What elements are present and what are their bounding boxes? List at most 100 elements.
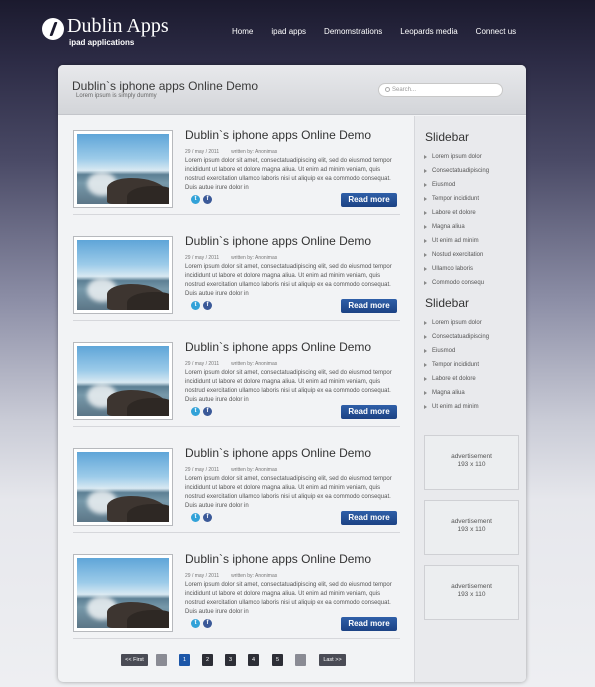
page-button-4[interactable]: 4 xyxy=(248,654,259,666)
sidebar-link-label: Magna aliua xyxy=(432,390,465,396)
search-icon xyxy=(385,86,390,92)
post-title[interactable]: Dublin`s iphone apps Online Demo xyxy=(185,446,371,460)
post-date: 29 / may / 2011 xyxy=(185,467,220,473)
bullet-arrow-icon xyxy=(424,405,427,409)
facebook-icon[interactable]: f xyxy=(203,619,212,628)
sidebar-link[interactable]: Consectatuadipiscing xyxy=(423,164,489,178)
sidebar-link[interactable]: Eiusmod xyxy=(423,178,489,192)
advertisement-box[interactable]: advertisement 193 x 110 xyxy=(424,565,519,620)
facebook-icon[interactable]: f xyxy=(203,513,212,522)
sidebar-link-label: Tempor incididunt xyxy=(432,362,480,368)
facebook-icon[interactable]: f xyxy=(203,407,212,416)
main-nav: Home ipad apps Demomstrations Leopards m… xyxy=(232,27,516,36)
post-thumbnail[interactable] xyxy=(73,448,173,526)
post-thumbnail[interactable] xyxy=(73,236,173,314)
sidebar-link[interactable]: Ullamco laboris xyxy=(423,262,489,276)
page-button-5[interactable]: 5 xyxy=(272,654,283,666)
post-date: 29 / may / 2011 xyxy=(185,573,220,579)
twitter-icon[interactable]: t xyxy=(191,619,200,628)
seascape-image xyxy=(77,240,169,310)
nav-home[interactable]: Home xyxy=(232,27,253,36)
advertisement-box[interactable]: advertisement 193 x 110 xyxy=(424,435,519,490)
first-page-button[interactable]: << First xyxy=(121,654,148,666)
bullet-arrow-icon xyxy=(424,335,427,339)
last-page-button[interactable]: Last >> xyxy=(319,654,346,666)
post-date: 29 / may / 2011 xyxy=(185,255,220,261)
sidebar-link-label: Commodo consequ xyxy=(432,280,485,286)
main-panel: Dublin`s iphone apps Online Demo Lorem i… xyxy=(58,65,526,682)
sidebar-link[interactable]: Tempor incididunt xyxy=(423,192,489,206)
sidebar-link[interactable]: Magna aliua xyxy=(423,386,489,400)
nav-demonstrations[interactable]: Demomstrations xyxy=(324,27,382,36)
post-author: written by: Anonimas xyxy=(231,573,278,579)
nav-connect-us[interactable]: Connect us xyxy=(476,27,516,36)
sidebar-title: Slidebar xyxy=(425,296,470,310)
read-more-button[interactable]: Read more xyxy=(341,299,397,313)
post-thumbnail[interactable] xyxy=(73,342,173,420)
advertisement-box[interactable]: advertisement 193 x 110 xyxy=(424,500,519,555)
panel-header: Dublin`s iphone apps Online Demo Lorem i… xyxy=(58,65,526,115)
sidebar-link[interactable]: Commodo consequ xyxy=(423,276,489,290)
read-more-button[interactable]: Read more xyxy=(341,193,397,207)
sidebar-link-label: Ut enim ad minim xyxy=(432,404,479,410)
read-more-button[interactable]: Read more xyxy=(341,617,397,631)
page-button-1[interactable]: 1 xyxy=(179,654,190,666)
read-more-button[interactable]: Read more xyxy=(341,511,397,525)
twitter-icon[interactable]: t xyxy=(191,513,200,522)
post-title[interactable]: Dublin`s iphone apps Online Demo xyxy=(185,552,371,566)
read-more-button[interactable]: Read more xyxy=(341,405,397,419)
sidebar-link[interactable]: Lorem ipsum dolor xyxy=(423,316,489,330)
sidebar-link[interactable]: Labore et dolore xyxy=(423,206,489,220)
sidebar-link[interactable]: Labore et dolore xyxy=(423,372,489,386)
bullet-arrow-icon xyxy=(424,349,427,353)
sidebar-link[interactable]: Magna aliua xyxy=(423,220,489,234)
sidebar-link-label: Nostud exercitation xyxy=(432,252,484,258)
bullet-arrow-icon xyxy=(424,281,427,285)
sidebar-link[interactable]: Ut enim ad minim xyxy=(423,234,489,248)
bullet-arrow-icon xyxy=(424,225,427,229)
sidebar-link[interactable]: Tempor incididunt xyxy=(423,358,489,372)
sidebar-link[interactable]: Eiusmod xyxy=(423,344,489,358)
site-logo[interactable]: Dublin Apps ipad applications xyxy=(42,14,169,47)
sidebar-title: Slidebar xyxy=(425,130,470,144)
sidebar-link-label: Eiusmod xyxy=(432,182,456,188)
social-links: tf xyxy=(191,195,212,204)
post-author: written by: Anonimas xyxy=(231,361,278,367)
page-button-3[interactable]: 3 xyxy=(225,654,236,666)
page-button-blank[interactable] xyxy=(156,654,167,666)
post-thumbnail[interactable] xyxy=(73,130,173,208)
post-item: Dublin`s iphone apps Online Demo 29 / may… xyxy=(73,328,400,427)
bullet-arrow-icon xyxy=(424,377,427,381)
twitter-icon[interactable]: t xyxy=(191,195,200,204)
facebook-icon[interactable]: f xyxy=(203,301,212,310)
post-author: written by: Anonimas xyxy=(231,255,278,261)
post-author: written by: Anonimas xyxy=(231,467,278,473)
post-title[interactable]: Dublin`s iphone apps Online Demo xyxy=(185,234,371,248)
sidebar-link[interactable]: Nostud exercitation xyxy=(423,248,489,262)
page-button-blank[interactable] xyxy=(295,654,306,666)
bullet-arrow-icon xyxy=(424,321,427,325)
nav-ipad-apps[interactable]: ipad apps xyxy=(271,27,306,36)
sidebar-link[interactable]: Consectatuadipiscing xyxy=(423,330,489,344)
twitter-icon[interactable]: t xyxy=(191,301,200,310)
facebook-icon[interactable]: f xyxy=(203,195,212,204)
post-thumbnail[interactable] xyxy=(73,554,173,632)
sidebar-link[interactable]: Ut enim ad minim xyxy=(423,400,489,414)
twitter-icon[interactable]: t xyxy=(191,407,200,416)
post-excerpt: Lorem ipsum dolor sit amet, consectatuad… xyxy=(185,582,392,615)
sidebar-link-label: Labore et dolore xyxy=(432,376,476,382)
sidebar-link-label: Lorem ipsum dolor xyxy=(432,320,482,326)
logo-subtitle: ipad applications xyxy=(69,38,135,47)
social-links: tf xyxy=(191,619,212,628)
post-title[interactable]: Dublin`s iphone apps Online Demo xyxy=(185,340,371,354)
post-title[interactable]: Dublin`s iphone apps Online Demo xyxy=(185,128,371,142)
logo-title: Dublin Apps xyxy=(67,15,169,37)
page-button-2[interactable]: 2 xyxy=(202,654,213,666)
post-excerpt: Lorem ipsum dolor sit amet, consectatuad… xyxy=(185,264,392,297)
sidebar-link[interactable]: Lorem ipsum dolor xyxy=(423,150,489,164)
search-input[interactable]: Search... xyxy=(378,83,503,97)
nav-leopards-media[interactable]: Leopards media xyxy=(400,27,457,36)
post-excerpt: Lorem ipsum dolor sit amet, consectatuad… xyxy=(185,370,392,403)
ad-size: 193 x 110 xyxy=(457,461,486,468)
page-subtitle: Lorem ipsum is simply dummy xyxy=(76,93,157,99)
